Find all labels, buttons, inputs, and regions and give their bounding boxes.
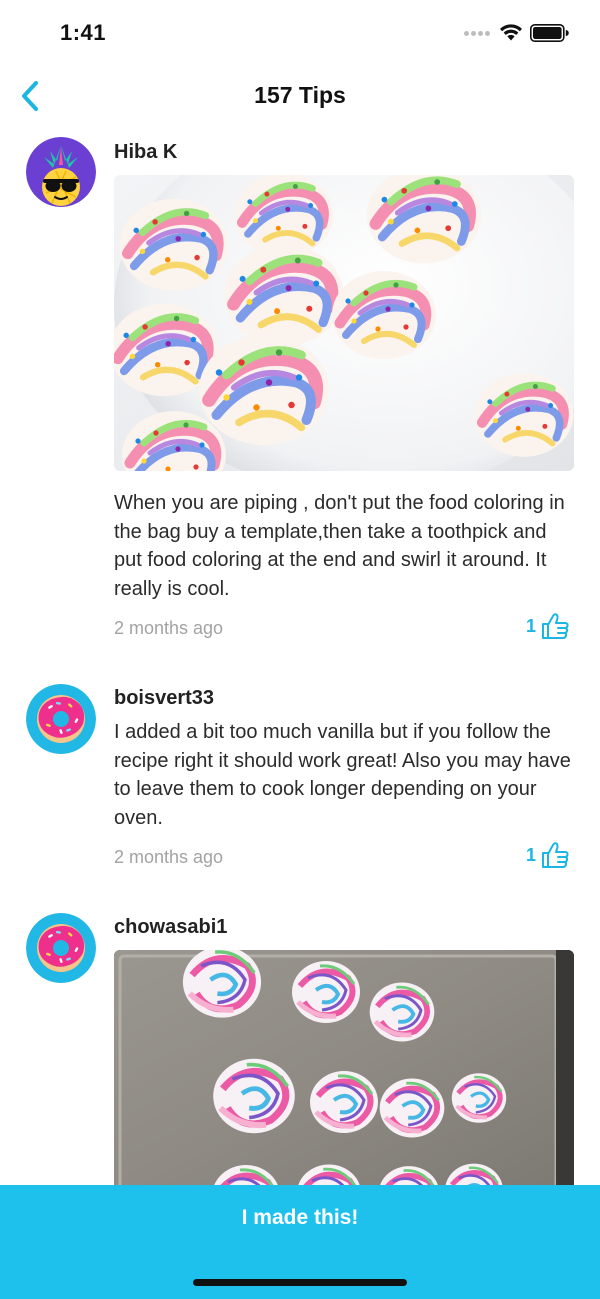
- battery-icon: [530, 24, 569, 42]
- tip-text: When you are piping , don't put the food…: [114, 492, 565, 600]
- like-count: 1: [525, 844, 536, 865]
- tip-username[interactable]: boisvert33: [114, 687, 214, 710]
- status-time: 1:41: [60, 20, 107, 45]
- thumbs-up-icon: [542, 613, 569, 639]
- page-title: 157 Tips: [254, 82, 346, 108]
- tip-photo[interactable]: [114, 950, 574, 1190]
- tip-text: I added a bit too much vanilla but if yo…: [114, 721, 571, 829]
- tip-username[interactable]: Hiba K: [114, 141, 177, 164]
- wifi-icon: [500, 24, 522, 41]
- thumbs-up-icon: [542, 842, 569, 868]
- bottom-cta-bar: I made this!: [0, 1185, 600, 1299]
- tip-timestamp: 2 months ago: [114, 847, 224, 867]
- screen: 1:41 157 Tips Hiba K When you are piping…: [0, 0, 600, 1299]
- status-bar: 1:41: [0, 0, 600, 64]
- tip-timestamp: 2 months ago: [114, 618, 224, 638]
- donut-avatar[interactable]: [26, 913, 96, 983]
- like-button[interactable]: 1: [526, 841, 570, 869]
- like-count: 1: [525, 615, 536, 636]
- i-made-this-button[interactable]: I made this!: [0, 1185, 600, 1251]
- tip-photo[interactable]: [114, 175, 574, 471]
- donut-avatar[interactable]: [26, 684, 96, 754]
- signal-icon: [464, 31, 490, 36]
- tip-username[interactable]: chowasabi1: [114, 916, 227, 939]
- nav-bar: 157 Tips: [0, 64, 600, 128]
- like-button[interactable]: 1: [526, 612, 570, 640]
- pineapple-sunglasses-avatar[interactable]: [26, 137, 96, 207]
- home-indicator[interactable]: [193, 1279, 407, 1286]
